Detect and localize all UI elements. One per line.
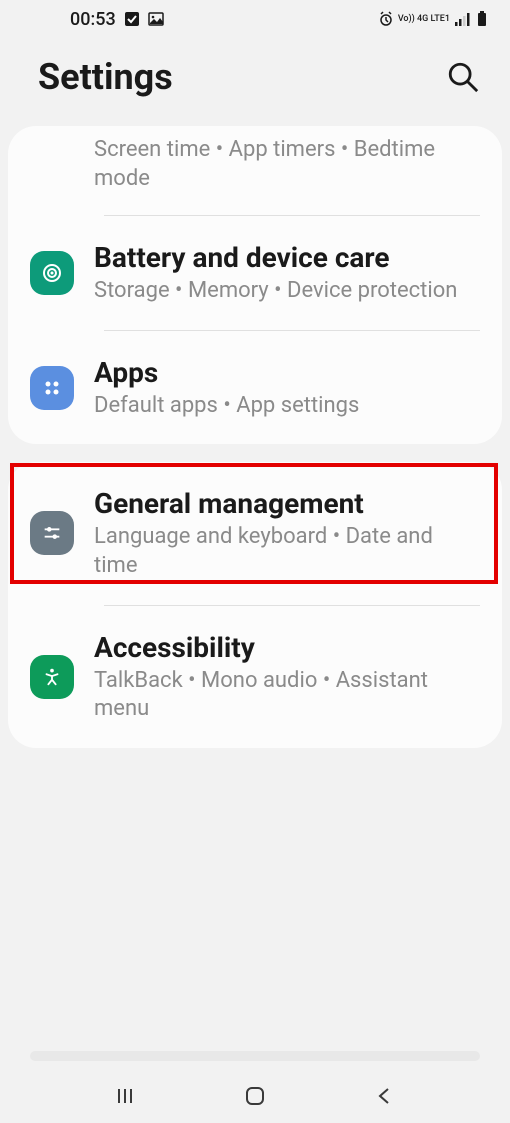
scroll-indicator	[30, 1051, 480, 1061]
item-title: General management	[94, 486, 480, 521]
recent-apps-button[interactable]	[111, 1082, 139, 1110]
checkbox-icon	[124, 11, 140, 27]
recent-apps-icon	[113, 1084, 137, 1108]
header: Settings	[0, 38, 510, 126]
item-subtitle: Default apps • App settings	[94, 392, 480, 421]
settings-card-1: Screen time • App timers • Bedtime mode …	[8, 126, 502, 444]
item-title: Battery and device care	[94, 240, 480, 275]
item-subtitle: Screen time • App timers • Bedtime mode	[94, 136, 480, 193]
back-button[interactable]	[371, 1082, 399, 1110]
apps-icon	[30, 366, 74, 410]
home-icon	[243, 1084, 267, 1108]
status-right: Vo)) 4G LTE1	[378, 11, 490, 27]
battery-care-icon	[30, 251, 74, 295]
settings-item-screen-time[interactable]: Screen time • App timers • Bedtime mode	[8, 126, 502, 215]
status-time: 00:53	[70, 9, 116, 30]
item-subtitle: Storage • Memory • Device protection	[94, 277, 480, 306]
alarm-icon	[378, 11, 394, 27]
status-bar: 00:53 Vo)) 4G LTE1	[0, 0, 510, 38]
back-icon	[373, 1084, 397, 1108]
item-title: Accessibility	[94, 630, 480, 665]
sliders-icon	[30, 511, 74, 555]
network-label: Vo)) 4G LTE1	[398, 15, 450, 24]
settings-item-general[interactable]: General management Language and keyboard…	[8, 462, 502, 604]
battery-icon	[474, 11, 490, 27]
home-button[interactable]	[241, 1082, 269, 1110]
image-icon	[148, 11, 164, 27]
settings-card-2: General management Language and keyboard…	[8, 462, 502, 747]
signal-icon	[454, 11, 470, 27]
item-subtitle: TalkBack • Mono audio • Assistant menu	[94, 667, 480, 724]
search-button[interactable]	[446, 60, 480, 94]
accessibility-icon	[30, 655, 74, 699]
navigation-bar	[0, 1069, 510, 1123]
search-icon	[446, 60, 480, 94]
settings-item-apps[interactable]: Apps Default apps • App settings	[8, 331, 502, 445]
item-title: Apps	[94, 355, 480, 390]
item-subtitle: Language and keyboard • Date and time	[94, 523, 480, 580]
status-left: 00:53	[70, 9, 164, 30]
page-title: Settings	[38, 56, 173, 98]
settings-item-accessibility[interactable]: Accessibility TalkBack • Mono audio • As…	[8, 606, 502, 748]
settings-item-battery[interactable]: Battery and device care Storage • Memory…	[8, 216, 502, 330]
